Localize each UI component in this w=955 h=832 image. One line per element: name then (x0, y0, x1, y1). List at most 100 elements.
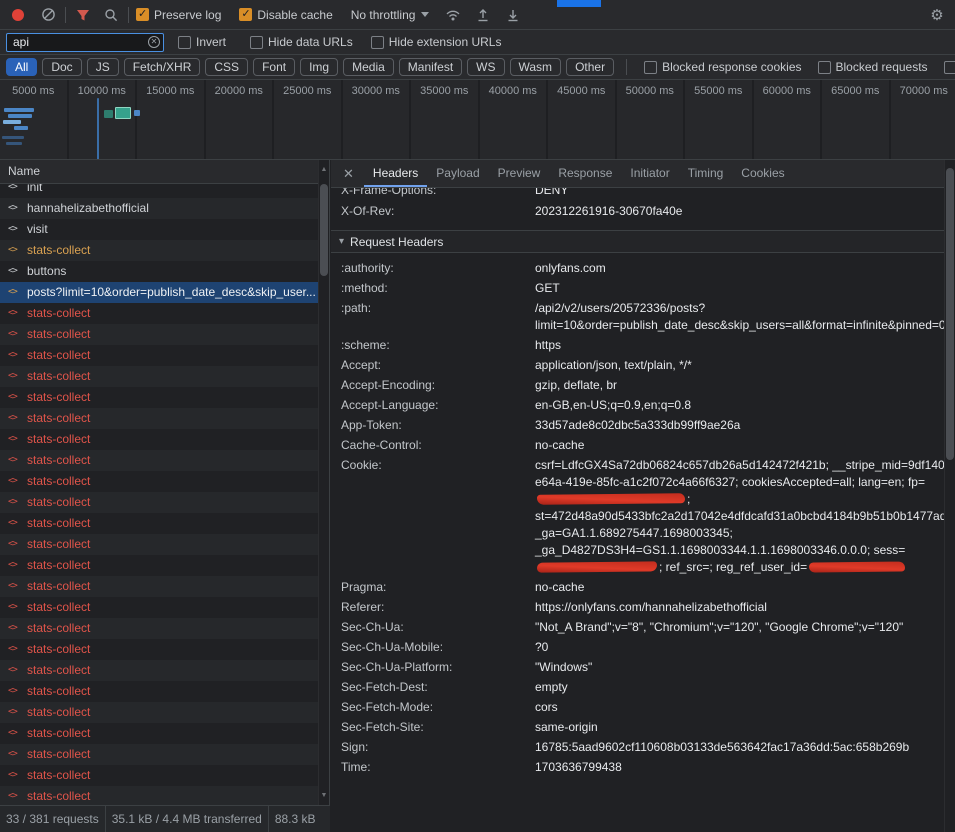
resources-size: 88.3 kB (269, 806, 322, 832)
request-row[interactable]: stats-collect (0, 576, 329, 597)
filter-option-checkbox[interactable]: Blocked response cookies (644, 60, 801, 74)
scrollbar-thumb[interactable] (320, 184, 328, 276)
filter-chip[interactable]: Fetch/XHR (124, 58, 201, 76)
details-tab[interactable]: Initiator (621, 160, 678, 187)
cookie-part1: csrf=LdfcGX4Sa72db06824c657db26a5d142472… (535, 458, 944, 489)
request-row[interactable]: stats-collect (0, 366, 329, 387)
settings-button[interactable]: ⚙ (927, 5, 947, 25)
filter-chip[interactable]: Doc (42, 58, 81, 76)
header-row: Sec-Ch-Ua-Platform: "Windows" (331, 657, 944, 677)
checkbox-icon[interactable] (944, 61, 955, 74)
filter-chip[interactable]: Font (253, 58, 295, 76)
request-row[interactable]: stats-collect (0, 492, 329, 513)
request-row[interactable]: stats-collect (0, 240, 329, 261)
checkbox-icon[interactable] (644, 61, 657, 74)
throttling-select[interactable]: No throttling (351, 8, 430, 22)
network-conditions-button[interactable] (443, 5, 463, 25)
details-tab[interactable]: Headers (364, 160, 427, 187)
hide-extension-urls-checkbox[interactable]: Hide extension URLs (371, 35, 502, 49)
request-row[interactable]: stats-collect (0, 786, 329, 805)
filter-chip[interactable]: WS (467, 58, 504, 76)
checkbox-icon[interactable] (371, 36, 384, 49)
filter-input[interactable] (6, 33, 164, 52)
request-row[interactable]: stats-collect (0, 345, 329, 366)
request-row[interactable]: stats-collect (0, 744, 329, 765)
request-row[interactable]: stats-collect (0, 639, 329, 660)
details-scrollbar[interactable] (944, 160, 955, 832)
filter-chip[interactable]: Other (566, 58, 614, 76)
filter-chip[interactable]: Img (300, 58, 338, 76)
request-row[interactable]: stats-collect (0, 387, 329, 408)
request-type-icon (8, 282, 23, 303)
request-row[interactable]: stats-collect (0, 303, 329, 324)
invert-checkbox[interactable]: Invert (178, 35, 226, 49)
request-row[interactable]: stats-collect (0, 408, 329, 429)
details-tab[interactable]: Response (549, 160, 621, 187)
timeline-overview[interactable]: 5000 ms10000 ms15000 ms20000 ms25000 ms3… (0, 80, 955, 160)
import-har-button[interactable] (473, 5, 493, 25)
record-button[interactable] (8, 5, 28, 25)
clear-button[interactable] (38, 5, 58, 25)
waterfall-bar (8, 114, 32, 118)
request-row[interactable]: stats-collect (0, 555, 329, 576)
request-type-icon (8, 184, 23, 198)
checkbox-checked-icon[interactable] (239, 8, 252, 21)
scrollbar-thumb[interactable] (946, 168, 954, 460)
header-row: Sec-Fetch-Mode: cors (331, 697, 944, 717)
preserve-log-checkbox[interactable]: Preserve log (136, 8, 221, 22)
request-row[interactable]: stats-collect (0, 471, 329, 492)
request-type-icon (8, 765, 23, 786)
request-row[interactable]: stats-collect (0, 513, 329, 534)
checkbox-icon[interactable] (178, 36, 191, 49)
record-icon (12, 9, 24, 21)
request-headers-section-header[interactable]: Request Headers (331, 230, 944, 253)
request-row[interactable]: stats-collect (0, 681, 329, 702)
hide-data-urls-checkbox[interactable]: Hide data URLs (250, 35, 353, 49)
details-tab[interactable]: Payload (427, 160, 488, 187)
request-row[interactable]: init (0, 184, 329, 198)
request-row[interactable]: stats-collect (0, 660, 329, 681)
filter-chip[interactable]: Manifest (399, 58, 462, 76)
request-type-icon (8, 639, 23, 660)
filter-chip[interactable]: JS (87, 58, 119, 76)
disable-cache-checkbox[interactable]: Disable cache (239, 8, 332, 22)
request-label: stats-collect (27, 450, 90, 471)
clear-filter-icon[interactable] (148, 36, 160, 48)
disclosure-triangle-icon (339, 236, 344, 247)
request-type-icon (8, 408, 23, 429)
filter-chip[interactable]: CSS (205, 58, 248, 76)
name-column-header[interactable]: Name (0, 160, 329, 184)
checkbox-icon[interactable] (818, 61, 831, 74)
request-row[interactable]: stats-collect (0, 324, 329, 345)
request-row[interactable]: stats-collect (0, 723, 329, 744)
request-row[interactable]: hannahelizabethofficial (0, 198, 329, 219)
details-tab[interactable]: Cookies (732, 160, 793, 187)
filter-toggle-button[interactable] (73, 5, 93, 25)
details-tab[interactable]: Preview (489, 160, 550, 187)
request-row[interactable]: stats-collect (0, 534, 329, 555)
request-row[interactable]: stats-collect (0, 429, 329, 450)
filter-chip[interactable]: Wasm (510, 58, 562, 76)
request-row[interactable]: stats-collect (0, 765, 329, 786)
filter-chip[interactable]: Media (343, 58, 394, 76)
filter-option-checkbox[interactable]: 3rd-party requests (944, 60, 955, 74)
details-tab[interactable]: Timing (679, 160, 733, 187)
filter-option-checkbox[interactable]: Blocked requests (818, 60, 928, 74)
request-row[interactable]: visit (0, 219, 329, 240)
scroll-down-arrow[interactable] (319, 790, 329, 802)
filter-chip[interactable]: All (6, 58, 37, 76)
request-row[interactable]: stats-collect (0, 450, 329, 471)
search-button[interactable] (101, 5, 121, 25)
request-row[interactable]: stats-collect (0, 702, 329, 723)
checkbox-icon[interactable] (250, 36, 263, 49)
scroll-up-arrow[interactable] (319, 164, 329, 176)
request-row[interactable]: stats-collect (0, 597, 329, 618)
close-details-button[interactable] (343, 166, 354, 182)
checkbox-checked-icon[interactable] (136, 8, 149, 21)
request-row[interactable]: buttons (0, 261, 329, 282)
request-row[interactable]: posts?limit=10&order=publish_date_desc&s… (0, 282, 329, 303)
request-list-scrollbar[interactable] (318, 160, 329, 805)
export-har-button[interactable] (503, 5, 523, 25)
request-label: stats-collect (27, 702, 90, 723)
request-row[interactable]: stats-collect (0, 618, 329, 639)
